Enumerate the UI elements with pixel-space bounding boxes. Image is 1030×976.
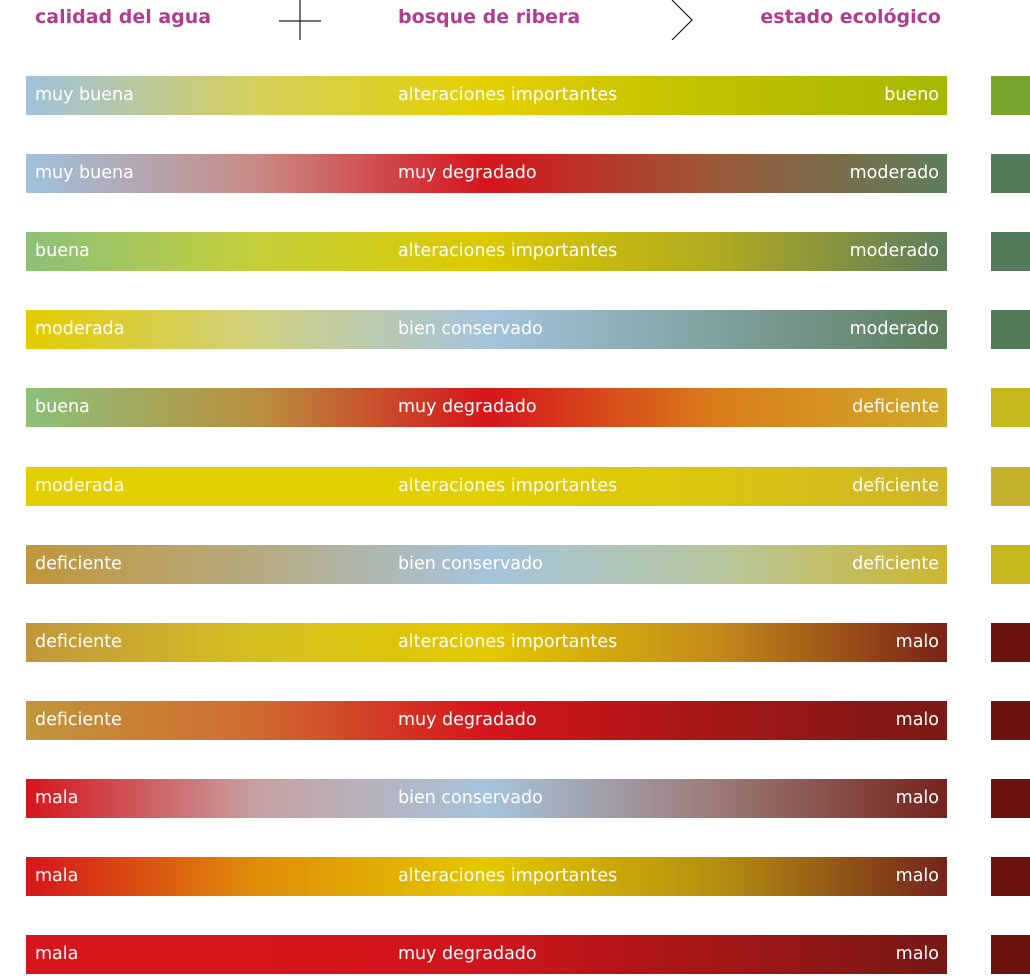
ecological-state-value: malo: [895, 944, 939, 964]
water-quality-value: muy buena: [35, 85, 134, 105]
combination-row: deficiente bien conservado deficiente: [0, 545, 1030, 584]
water-quality-value: deficiente: [35, 710, 122, 730]
ecological-state-value: deficiente: [852, 476, 939, 496]
ecological-state-value: malo: [895, 710, 939, 730]
gradient-bar: mala alteraciones importantes malo: [26, 857, 947, 896]
ecological-state-swatch: [991, 467, 1030, 506]
water-quality-value: buena: [35, 241, 90, 261]
water-quality-value: mala: [35, 866, 79, 886]
plus-icon: [279, 0, 321, 40]
water-quality-value: buena: [35, 397, 90, 417]
riparian-forest-value: alteraciones importantes: [398, 241, 618, 261]
water-quality-value: deficiente: [35, 554, 122, 574]
ecological-state-swatch: [991, 545, 1030, 584]
water-quality-value: deficiente: [35, 632, 122, 652]
ecological-state-value: deficiente: [852, 554, 939, 574]
gradient-bar: mala muy degradado malo: [26, 935, 947, 974]
ecological-state-swatch: [991, 857, 1030, 896]
ecological-state-swatch: [991, 779, 1030, 818]
gradient-bar: buena muy degradado deficiente: [26, 388, 947, 427]
combination-row: muy buena alteraciones importantes bueno: [0, 76, 1030, 115]
ecological-state-swatch: [991, 310, 1030, 349]
riparian-forest-value: bien conservado: [398, 554, 543, 574]
ecological-state-swatch: [991, 154, 1030, 193]
combination-row: mala bien conservado malo: [0, 779, 1030, 818]
riparian-forest-value: alteraciones importantes: [398, 866, 618, 886]
gradient-bar: deficiente bien conservado deficiente: [26, 545, 947, 584]
riparian-forest-heading: bosque de ribera: [398, 6, 581, 28]
water-quality-value: muy buena: [35, 163, 134, 183]
combination-row: deficiente alteraciones importantes malo: [0, 623, 1030, 662]
ecological-state-value: malo: [895, 866, 939, 886]
combination-row: mala muy degradado malo: [0, 935, 1030, 974]
ecological-state-value: malo: [895, 632, 939, 652]
riparian-forest-value: muy degradado: [398, 710, 537, 730]
gradient-bar: muy buena alteraciones importantes bueno: [26, 76, 947, 115]
ecological-state-value: moderado: [849, 319, 939, 339]
ecological-state-value: deficiente: [852, 397, 939, 417]
ecological-state-swatch: [991, 232, 1030, 271]
ecological-state-value: malo: [895, 788, 939, 808]
ecological-state-swatch: [991, 935, 1030, 974]
ecological-state-swatch: [991, 623, 1030, 662]
ecological-state-value: moderado: [849, 241, 939, 261]
combination-row: muy buena muy degradado moderado: [0, 154, 1030, 193]
combination-row: mala alteraciones importantes malo: [0, 857, 1030, 896]
riparian-forest-value: alteraciones importantes: [398, 85, 618, 105]
gradient-bar: deficiente muy degradado malo: [26, 701, 947, 740]
gradient-bar: buena alteraciones importantes moderado: [26, 232, 947, 271]
gradient-bar: mala bien conservado malo: [26, 779, 947, 818]
ecological-state-heading: estado ecológico: [760, 6, 941, 28]
combination-row: buena alteraciones importantes moderado: [0, 232, 1030, 271]
gradient-bar: muy buena muy degradado moderado: [26, 154, 947, 193]
chevron-right-icon: [671, 0, 693, 40]
ecological-state-swatch: [991, 701, 1030, 740]
ecological-state-value: moderado: [849, 163, 939, 183]
riparian-forest-value: bien conservado: [398, 788, 543, 808]
ecological-state-value: bueno: [884, 85, 939, 105]
riparian-forest-value: muy degradado: [398, 163, 537, 183]
gradient-bar: deficiente alteraciones importantes malo: [26, 623, 947, 662]
water-quality-value: moderada: [35, 476, 125, 496]
ecological-state-swatch: [991, 76, 1030, 115]
combination-row: moderada bien conservado moderado: [0, 310, 1030, 349]
water-quality-value: mala: [35, 788, 79, 808]
combination-row: buena muy degradado deficiente: [0, 388, 1030, 427]
riparian-forest-value: alteraciones importantes: [398, 632, 618, 652]
water-quality-value: moderada: [35, 319, 125, 339]
gradient-bar: moderada alteraciones importantes deficien…: [26, 467, 947, 506]
gradient-bar: moderada bien conservado moderado: [26, 310, 947, 349]
combination-row: moderada alteraciones importantes deficien…: [0, 467, 1030, 506]
ecological-state-diagram: calidad del agua bosque de ribera estado…: [0, 0, 1030, 976]
ecological-state-swatch: [991, 388, 1030, 427]
water-quality-heading: calidad del agua: [35, 6, 212, 28]
water-quality-value: mala: [35, 944, 79, 964]
riparian-forest-value: muy degradado: [398, 944, 537, 964]
riparian-forest-value: muy degradado: [398, 397, 537, 417]
riparian-forest-value: alteraciones importantes: [398, 476, 618, 496]
diagram-header: calidad del agua bosque de ribera estado…: [0, 0, 1030, 40]
riparian-forest-value: bien conservado: [398, 319, 543, 339]
combination-row: deficiente muy degradado malo: [0, 701, 1030, 740]
